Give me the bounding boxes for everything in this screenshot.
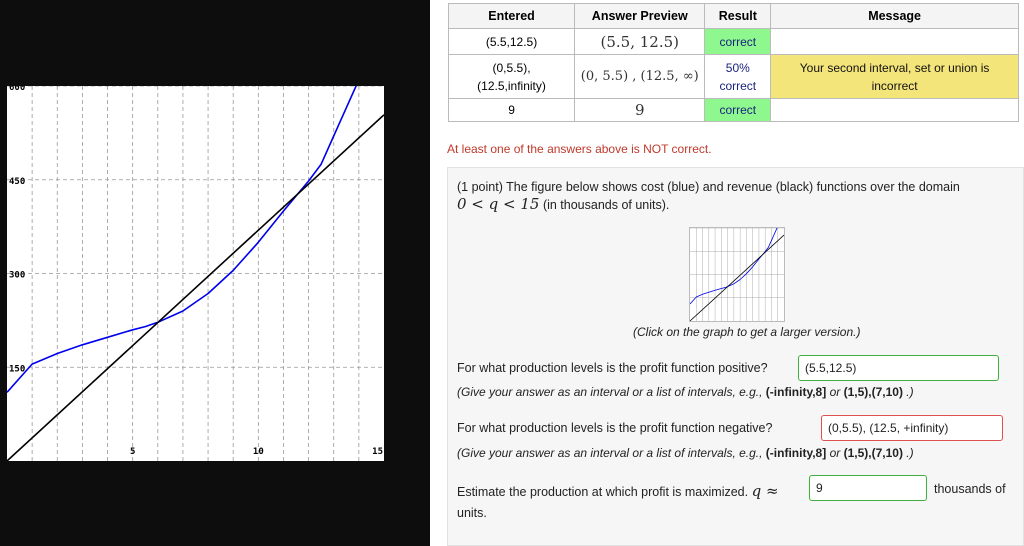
approx-math: q ≈ [751,482,779,500]
thumbnail-chart [690,227,784,321]
table-row: 9 9 correct [447,98,1019,122]
question-negative: For what production levels is the profit… [457,421,773,435]
hint-suffix: .) [902,385,914,399]
result-label: correct [719,78,757,93]
revenue-line [7,114,384,461]
hint-prefix: (Give your answer as an interval or a li… [457,446,766,460]
y-tick-label: 300 [9,271,25,281]
question-maximize-text: Estimate the production at which profit … [457,485,749,499]
incorrect-warning: At least one of the answers above is NOT… [447,142,712,156]
hint-prefix: (Give your answer as an interval or a li… [457,385,766,399]
question-positive: For what production levels is the profit… [457,361,768,375]
message-cell [770,98,1019,122]
hint-or: or [826,385,844,399]
graph-thumbnail[interactable] [689,227,785,322]
hint-or: or [826,446,844,460]
max-profit-input[interactable] [809,475,927,501]
question-maximize: Estimate the production at which profit … [457,482,779,500]
message-cell [770,28,1019,55]
hint-example-1: (-infinity,8] [765,446,827,460]
cost-revenue-chart: 150 300 450 600 5 10 15 [7,86,384,461]
preview-cell: (5.5, 12.5) [574,28,706,55]
result-cell: correct [704,98,772,122]
revenue-line [690,234,784,321]
entered-cell: 9 [447,98,576,122]
hint-suffix: .) [902,446,914,460]
x-tick-label: 15 [372,447,383,457]
domain-line: 0 < q < 15 (in thousands of units). [457,195,669,213]
header-answer-preview: Answer Preview [574,3,706,29]
domain-math: 0 < q < 15 [457,195,540,213]
hint-example-2: (1,5),(7,10) [843,446,903,460]
table-row: (0,5.5), (12.5,infinity) (0, 5.5) , (12.… [447,54,1019,99]
y-tick-label: 600 [9,86,25,93]
header-entered: Entered [447,3,576,29]
y-tick-label: 450 [9,177,25,187]
header-result: Result [704,3,772,29]
y-tick-label: 150 [9,364,25,374]
profit-positive-input[interactable] [798,355,999,381]
entered-cell: (5.5,12.5) [447,28,576,55]
entered-cell: (0,5.5), (12.5,infinity) [447,54,576,99]
graph-panel: 150 300 450 600 5 10 15 [0,0,430,546]
preview-cell: (0, 5.5) , (12.5, ∞) [574,54,706,99]
hint-example-1: (-infinity,8] [765,385,827,399]
profit-negative-input[interactable] [821,415,1003,441]
table-row: (5.5,12.5) (5.5, 12.5) correct [447,28,1019,55]
thumbnail-caption: (Click on the graph to get a larger vers… [633,325,861,339]
hint-positive: (Give your answer as an interval or a li… [457,385,914,399]
results-table: Entered Answer Preview Result Message (5… [447,3,1019,122]
hint-example-2: (1,5),(7,10) [843,385,903,399]
problem-panel: Entered Answer Preview Result Message (5… [430,0,1024,546]
domain-suffix: (in thousands of units). [542,198,670,212]
preview-cell: 9 [574,98,706,122]
result-cell: correct [704,28,772,55]
units-label-cont: units. [457,506,487,520]
result-percent: 50% [725,60,750,75]
problem-box: (1 point) The figure below shows cost (b… [447,167,1024,546]
large-graph: 150 300 450 600 5 10 15 [7,86,384,461]
hint-negative: (Give your answer as an interval or a li… [457,446,914,460]
result-cell: 50% correct [704,54,772,99]
units-label: thousands of [934,482,1006,496]
entered-line: (12.5,infinity) [477,78,546,93]
header-message: Message [770,3,1019,29]
message-cell: Your second interval, set or union is in… [770,54,1019,99]
x-tick-label: 5 [130,447,135,457]
problem-intro: (1 point) The figure below shows cost (b… [457,180,960,194]
entered-line: (0,5.5), [492,60,531,75]
x-tick-label: 10 [253,447,264,457]
